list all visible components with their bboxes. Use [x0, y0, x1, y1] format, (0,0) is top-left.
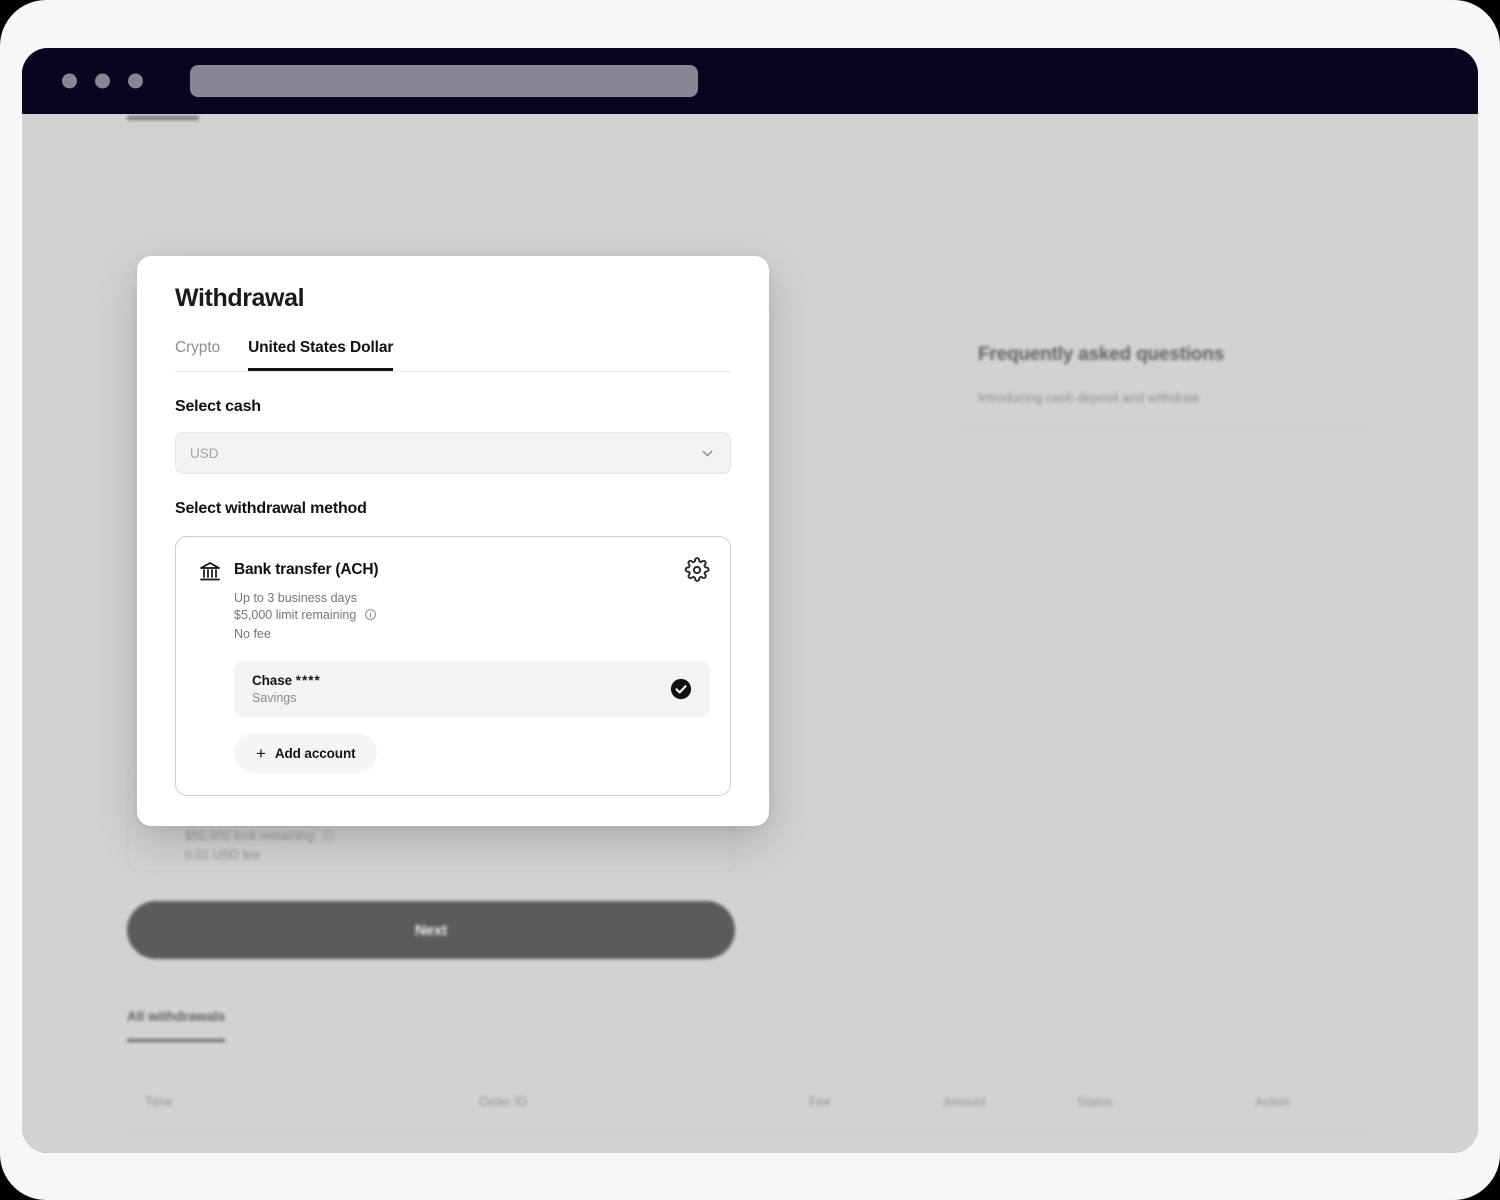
page-viewport: Frequently asked questions Introducing c…: [22, 114, 1478, 1153]
column-header-action: Action: [1255, 1095, 1290, 1109]
page-title: Withdrawal: [175, 284, 305, 312]
method-title: Bank transfer (ACH): [234, 561, 379, 578]
currency-select-value: USD: [190, 445, 219, 461]
next-button[interactable]: Next: [127, 901, 735, 959]
select-withdrawal-method-label: Select withdrawal method: [175, 500, 367, 517]
account-info: Chase **** Savings: [252, 673, 321, 705]
wire-meta-limit: $50,000 limit remaining: [185, 829, 315, 843]
chevron-down-icon: [699, 445, 716, 462]
wire-meta-fee: 0.01 USD fee: [185, 848, 261, 862]
select-cash-label: Select cash: [175, 398, 261, 415]
currency-tabs: Crypto United States Dollar: [175, 339, 731, 372]
active-tab-indicator: [127, 116, 199, 120]
add-account-button[interactable]: + Add account: [234, 733, 378, 773]
close-dot[interactable]: [62, 73, 77, 89]
plus-icon: +: [256, 743, 266, 763]
bank-icon: [198, 560, 222, 584]
info-icon[interactable]: [364, 608, 377, 626]
traffic-lights: [62, 73, 143, 89]
method-header: Bank transfer (ACH): [198, 559, 710, 584]
column-header-time: Time: [145, 1095, 173, 1109]
wire-meta-limit-line: $50,000 limit remaining: [185, 828, 335, 847]
currency-select[interactable]: USD: [175, 432, 731, 474]
info-icon[interactable]: [322, 829, 335, 847]
table-header-row: Time Order ID Fee Amount Status Action: [127, 1074, 1367, 1130]
column-header-status: Status: [1077, 1095, 1113, 1109]
account-type: Savings: [252, 691, 297, 705]
gear-icon[interactable]: [684, 557, 710, 583]
tab-all-withdrawals[interactable]: All withdrawals: [127, 1009, 225, 1024]
maximize-dot[interactable]: [128, 73, 143, 89]
method-meta-days: Up to 3 business days: [234, 591, 357, 605]
minimize-dot[interactable]: [95, 73, 110, 89]
column-header-amount: Amount: [943, 1095, 987, 1109]
add-account-label: Add account: [274, 745, 356, 761]
method-meta-limit: $5,000 limit remaining: [234, 608, 357, 622]
method-meta-limit-line: $5,000 limit remaining: [234, 607, 710, 626]
check-circle-icon: [670, 678, 692, 700]
tab-united-states-dollar[interactable]: United States Dollar: [248, 339, 393, 371]
device-frame: Frequently asked questions Introducing c…: [0, 0, 1500, 1200]
withdrawals-table: Time Order ID Fee Amount Status Action J…: [127, 1074, 1367, 1153]
faq-title: Frequently asked questions: [978, 344, 1225, 365]
browser-chrome: [22, 48, 1478, 114]
column-header-order-id: Order ID: [479, 1095, 527, 1109]
withdrawal-modal: Withdrawal Crypto United States Dollar S…: [137, 256, 769, 826]
bank-transfer-method-card[interactable]: Bank transfer (ACH) Up to 3 business day…: [175, 536, 731, 796]
url-bar[interactable]: [190, 65, 698, 97]
faq-panel: Frequently asked questions Introducing c…: [956, 320, 1366, 428]
table-row[interactable]: Jan 14, 2025, 08:42:31 AM 82501140842300…: [127, 1130, 1367, 1153]
tab-crypto[interactable]: Crypto: [175, 339, 220, 371]
account-name-line: Chase ****: [252, 673, 321, 688]
account-name: Chase: [252, 673, 293, 688]
method-meta-fee: No fee: [234, 627, 271, 641]
faq-item[interactable]: Introducing cash deposit and withdraw: [978, 390, 1199, 405]
column-header-fee: Fee: [809, 1095, 831, 1109]
account-mask: ****: [295, 673, 321, 688]
account-option-chase[interactable]: Chase **** Savings: [234, 661, 710, 717]
method-meta: Up to 3 business days $5,000 limit remai…: [234, 590, 710, 643]
browser-window: Frequently asked questions Introducing c…: [22, 48, 1478, 1153]
tab-all-withdrawals-underline: [127, 1039, 225, 1042]
